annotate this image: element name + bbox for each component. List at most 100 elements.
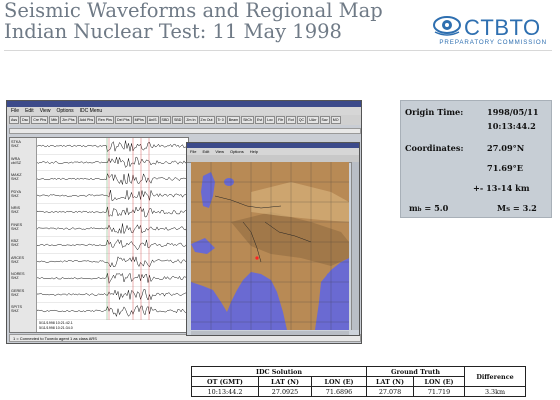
station-label[interactable]: ARCES SHZ	[11, 256, 35, 270]
toolbar-button-6[interactable]: Ren Phs	[96, 116, 114, 124]
toolbar-button-18[interactable]: Loc	[265, 116, 275, 124]
toolbar: Ass Dsc Cre Phs Mth Zm Phs Add Phs Ren Phs Del …	[7, 115, 361, 125]
col-ot: OT (GMT)	[191, 376, 259, 387]
waveform-trace	[37, 289, 188, 301]
toolbar-button-22[interactable]: UArr	[307, 116, 319, 124]
waveform-trace	[37, 272, 188, 285]
title-line-1: Seismic Waveforms and Regional Map	[4, 0, 383, 22]
toolbar-button-12[interactable]: Zm In	[184, 116, 198, 124]
slide-title: Seismic Waveforms and Regional Map India…	[4, 0, 383, 42]
origin-date: 1998/05/11	[487, 107, 539, 117]
waveform-trace	[37, 305, 188, 318]
toolbar-button-10[interactable]: SBD	[159, 116, 171, 124]
station-label[interactable]: MAKZ SHZ	[11, 173, 35, 187]
toolbar-button-9[interactable]: AnIS	[146, 116, 159, 124]
station-label[interactable]: PDYA SHZ	[11, 190, 35, 204]
toolbar-button-23[interactable]: Sav	[319, 116, 330, 124]
solution-comparison-table: IDC Solution Ground Truth Difference OT …	[191, 366, 526, 397]
ground-truth-header: Ground Truth	[366, 366, 465, 377]
map-menu-options[interactable]: Options	[230, 148, 244, 155]
toolbar-button-4[interactable]: Zm Phs	[60, 116, 77, 124]
col-lon-gt: LON (E)	[413, 376, 465, 387]
toolbar-button-20[interactable]: Rot	[286, 116, 296, 124]
body-wave-magnitude: mb = 5.0	[409, 203, 449, 213]
toolbar-button-11[interactable]: SBD	[171, 116, 184, 124]
col-lat-idc: LAT (N)	[258, 376, 312, 387]
difference-header: Difference	[464, 366, 526, 387]
toolbar-button-16[interactable]: SltCh	[241, 116, 254, 124]
menu-bar: File Edit View Options IDC Menu	[7, 107, 361, 115]
ctbto-logo: CTBTO PREPARATORY COMMISSION	[432, 12, 547, 48]
time-label: 5/11/1998 10:21:34.0	[39, 326, 73, 330]
map-menu-file[interactable]: File	[190, 148, 196, 155]
cell-lat-gt: 27.078	[366, 386, 414, 397]
toolbar-button-21[interactable]: QC	[296, 116, 307, 124]
station-label[interactable]: KBZ SHZ	[11, 239, 35, 253]
regional-map[interactable]	[191, 162, 349, 330]
menu-file[interactable]: File	[11, 107, 19, 115]
map-scrollbar-horizontal[interactable]	[191, 331, 349, 335]
toolbar-button-7[interactable]: Del Phs	[114, 116, 132, 124]
cell-lat-idc: 27.0925	[258, 386, 312, 397]
station-label[interactable]: WRA cb/SZ	[11, 157, 35, 171]
toolbar-button-24[interactable]: MO	[330, 116, 341, 124]
map-window[interactable]: File Edit View Options Help	[186, 142, 360, 336]
longitude: 71.69°E	[487, 163, 523, 173]
station-list: STKA SHZ WRA cb/SZ MAKZ SHZ PDYA SHZ NRIS SHZ FINE…	[10, 138, 37, 332]
coordinates-label: Coordinates:	[405, 143, 464, 153]
toolbar-button-0[interactable]: Ass	[9, 116, 19, 124]
latitude: 27.09°N	[487, 143, 525, 153]
toolbar-button-2[interactable]: Cre Phs	[31, 116, 49, 124]
col-lat-gt: LAT (N)	[366, 376, 414, 387]
menu-edit[interactable]: Edit	[25, 107, 34, 115]
map-menu-help[interactable]: Help	[250, 148, 258, 155]
waveform-trace	[37, 255, 188, 268]
waveform-trace	[37, 189, 188, 202]
depth: +- 13-14 km	[473, 183, 530, 193]
station-label[interactable]: FINES SHZ	[11, 223, 35, 237]
toolbar-button-1[interactable]: Dsc	[20, 116, 31, 124]
origin-time-label: Origin Time:	[405, 107, 464, 117]
toolbar-button-15[interactable]: Beam	[226, 116, 241, 124]
map-canvas[interactable]	[191, 162, 349, 330]
ctbto-eye-icon	[433, 16, 461, 36]
toolbar-button-17[interactable]: Evt	[254, 116, 265, 124]
waveform-panel[interactable]: STKA SHZ WRA cb/SZ MAKZ SHZ PDYA SHZ NRIS SHZ FINE…	[9, 137, 189, 333]
toolbar-button-13[interactable]: Zm Out	[198, 116, 215, 124]
waveform-trace	[37, 238, 188, 251]
toolbar-button-14[interactable]: Tr 0	[215, 116, 226, 124]
station-label[interactable]: SPITS SHZ	[11, 305, 35, 319]
waveform-trace	[37, 140, 188, 153]
station-label[interactable]: NORES SHZ	[11, 272, 35, 286]
origin-time: 10:13:44.2	[487, 121, 536, 131]
cell-difference: 3.3km	[464, 386, 526, 397]
map-menu-view[interactable]: View	[215, 148, 224, 155]
logo-subtitle: PREPARATORY COMMISSION	[439, 39, 547, 46]
menu-options[interactable]: Options	[56, 107, 73, 115]
toolbar-button-19[interactable]: Fltr	[275, 116, 286, 124]
toolbar-button-3[interactable]: Mth	[49, 116, 60, 124]
table-row: 10:13:44.2 27.0925 71.6896 27.078 71.719…	[191, 386, 526, 397]
idc-solution-header: IDC Solution	[191, 366, 367, 377]
cell-ot: 10:13:44.2	[191, 386, 259, 397]
waveform-traces[interactable]: 5/11/1998 10:21:42.15/11/1998 10:21:34.0	[37, 138, 189, 332]
menu-idc-menu[interactable]: IDC Menu	[80, 107, 103, 115]
event-info-panel: Origin Time: 1998/05/11 10:13:44.2 Coord…	[400, 100, 552, 218]
header-divider	[4, 50, 552, 51]
toolbar-button-8[interactable]: MPhs	[132, 116, 146, 124]
station-label[interactable]: NRIS SHZ	[11, 206, 35, 220]
waveform-trace	[37, 223, 188, 235]
time-strip	[9, 128, 361, 134]
station-label[interactable]: GERES SHZ	[11, 289, 35, 303]
station-label[interactable]: STKA SHZ	[11, 140, 35, 154]
col-lon-idc: LON (E)	[311, 376, 367, 387]
map-menu-edit[interactable]: Edit	[202, 148, 209, 155]
epicenter-marker	[255, 256, 259, 260]
waveform-trace	[37, 156, 188, 168]
waveform-trace	[37, 206, 188, 218]
cell-lon-gt: 71.719	[413, 386, 465, 397]
map-scrollbar-vertical[interactable]	[351, 162, 359, 330]
menu-view[interactable]: View	[40, 107, 51, 115]
map-menu-bar: File Edit View Options Help	[187, 148, 359, 155]
toolbar-button-5[interactable]: Add Phs	[77, 116, 96, 124]
